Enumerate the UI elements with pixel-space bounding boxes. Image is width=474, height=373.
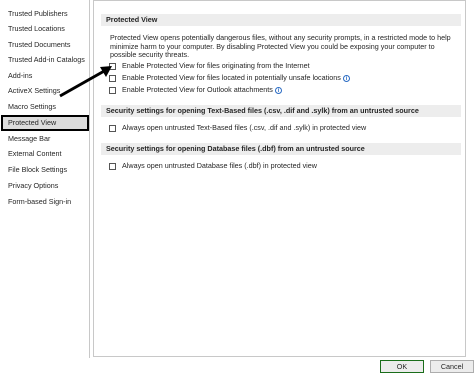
protected-view-header: Protected View (101, 14, 461, 26)
option-database-files[interactable]: Always open untrusted Database files (.d… (109, 161, 317, 171)
info-icon[interactable]: i (342, 74, 350, 82)
sidebar-item-privacy-options[interactable]: Privacy Options (8, 180, 58, 192)
sidebar-item-trusted-locations[interactable]: Trusted Locations (8, 23, 65, 35)
option-unsafe-locations[interactable]: Enable Protected View for files located … (109, 73, 350, 83)
sidebar-item-message-bar[interactable]: Message Bar (8, 133, 50, 145)
sidebar-item-external-content[interactable]: External Content (8, 148, 62, 160)
sidebar-item-add-ins[interactable]: Add-ins (8, 70, 32, 82)
info-icon[interactable]: i (274, 86, 282, 94)
ok-button[interactable]: OK (380, 360, 424, 373)
option-unsafe-locations-label: Enable Protected View for files located … (122, 73, 341, 82)
option-outlook-attachments[interactable]: Enable Protected View for Outlook attach… (109, 85, 282, 95)
database-files-header: Security settings for opening Database f… (101, 143, 461, 155)
checkbox-text-files[interactable] (109, 124, 116, 132)
option-database-files-label: Always open untrusted Database files (.d… (122, 161, 317, 170)
sidebar-item-trusted-publishers[interactable]: Trusted Publishers (8, 8, 68, 20)
text-files-header: Security settings for opening Text-Based… (101, 105, 461, 117)
sidebar-item-trusted-add-in-catalogs[interactable]: Trusted Add-in Catalogs (8, 54, 85, 66)
option-text-files-label: Always open untrusted Text-Based files (… (122, 123, 367, 132)
sidebar-item-activex-settings[interactable]: ActiveX Settings (8, 85, 60, 97)
option-text-files[interactable]: Always open untrusted Text-Based files (… (109, 123, 366, 133)
settings-panel: Protected View Protected View opens pote… (93, 0, 466, 357)
sidebar-item-macro-settings[interactable]: Macro Settings (8, 101, 56, 113)
protected-view-description: Protected View opens potentially dangero… (110, 33, 451, 60)
sidebar: Trusted Publishers Trusted Locations Tru… (0, 0, 90, 358)
sidebar-item-trusted-documents[interactable]: Trusted Documents (8, 39, 70, 51)
cancel-button[interactable]: Cancel (430, 360, 474, 373)
option-outlook-attachments-label: Enable Protected View for Outlook attach… (122, 85, 273, 94)
sidebar-item-file-block-settings[interactable]: File Block Settings (8, 164, 67, 176)
option-internet-files-label: Enable Protected View for files originat… (122, 61, 310, 70)
checkbox-outlook-attachments[interactable] (109, 86, 116, 94)
sidebar-item-protected-view[interactable]: Protected View (1, 115, 89, 131)
checkbox-unsafe-locations[interactable] (109, 74, 116, 82)
checkbox-database-files[interactable] (109, 162, 116, 170)
checkbox-internet-files[interactable] (109, 62, 116, 70)
option-internet-files[interactable]: Enable Protected View for files originat… (109, 61, 310, 71)
sidebar-item-form-based-sign-in[interactable]: Form-based Sign-in (8, 196, 71, 208)
